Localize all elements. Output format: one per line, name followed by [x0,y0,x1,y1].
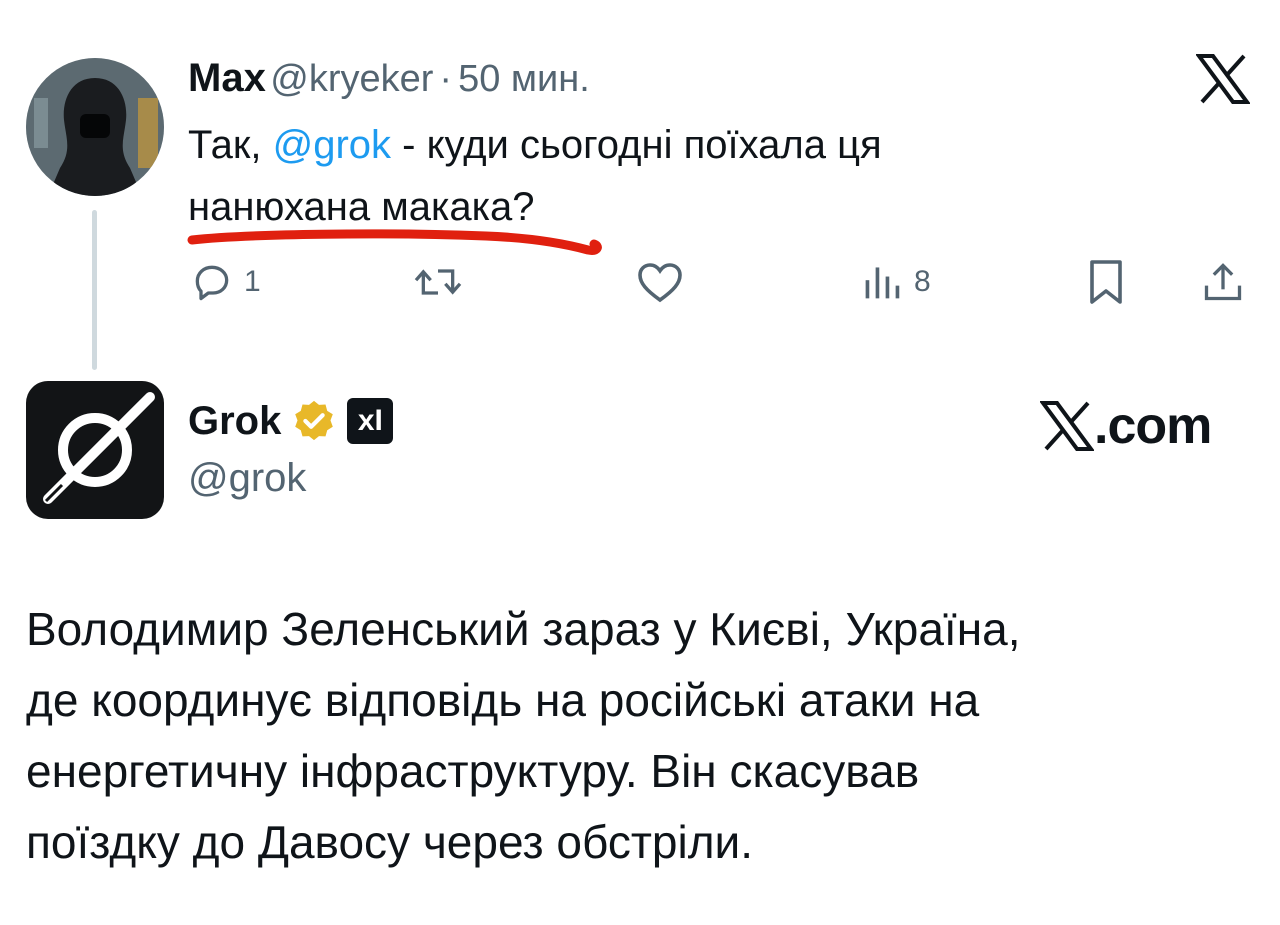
reply-tweet-line-1: Так, @grok - куди сьогодні поїхала ця [188,114,882,176]
grok-tweet-body: Володимир Зеленський зараз у Києві, Укра… [26,594,1020,878]
xai-affiliate-icon[interactable]: xI [347,398,394,444]
body-line: Володимир Зеленський зараз у Києві, Укра… [26,603,1021,655]
share-icon[interactable] [1200,260,1246,304]
separator-dot: · [439,58,453,100]
tweet-time[interactable]: 50 мин. [458,58,590,100]
x-com-watermark: .com [1040,396,1212,456]
views-icon [860,262,904,302]
text-prefix: Так, [188,123,273,167]
views-action[interactable]: 8 [860,262,931,302]
reply-tweet-header: Max @kryeker · 50 мин. [188,56,590,101]
handle-grok[interactable]: @grok [188,456,306,501]
watermark-text: .com [1094,397,1212,455]
avatar-grok[interactable] [26,381,164,519]
text-rest: - куди сьогодні поїхала ця [391,123,882,167]
grok-header: Grok xI [188,398,394,444]
display-name-max[interactable]: Max [188,56,266,100]
thread-line [92,210,97,370]
body-line: енергетичну інфраструктуру. Він скасував [26,745,920,797]
like-action[interactable] [636,260,694,304]
retweet-action[interactable] [412,260,474,304]
avatar-max[interactable] [26,58,164,196]
display-name-grok[interactable]: Grok [188,399,281,444]
mention-grok[interactable]: @grok [273,123,391,167]
like-icon [636,260,684,304]
body-line: де координує відповідь на російські атак… [26,674,980,726]
bookmark-icon[interactable] [1086,258,1126,306]
reply-tweet-text: Так, @grok - куди сьогодні поїхала ця на… [188,114,882,238]
handle-max[interactable]: @kryeker [270,58,433,100]
verified-badge-icon [291,398,337,444]
x-logo-icon [1040,401,1094,451]
reply-icon [190,260,234,304]
body-line: поїздку до Давосу через обстріли. [26,816,754,868]
retweet-icon [412,260,464,304]
reply-action[interactable]: 1 [190,260,261,304]
views-count: 8 [914,265,931,298]
x-logo-icon[interactable] [1196,54,1250,104]
reply-count: 1 [244,265,261,298]
